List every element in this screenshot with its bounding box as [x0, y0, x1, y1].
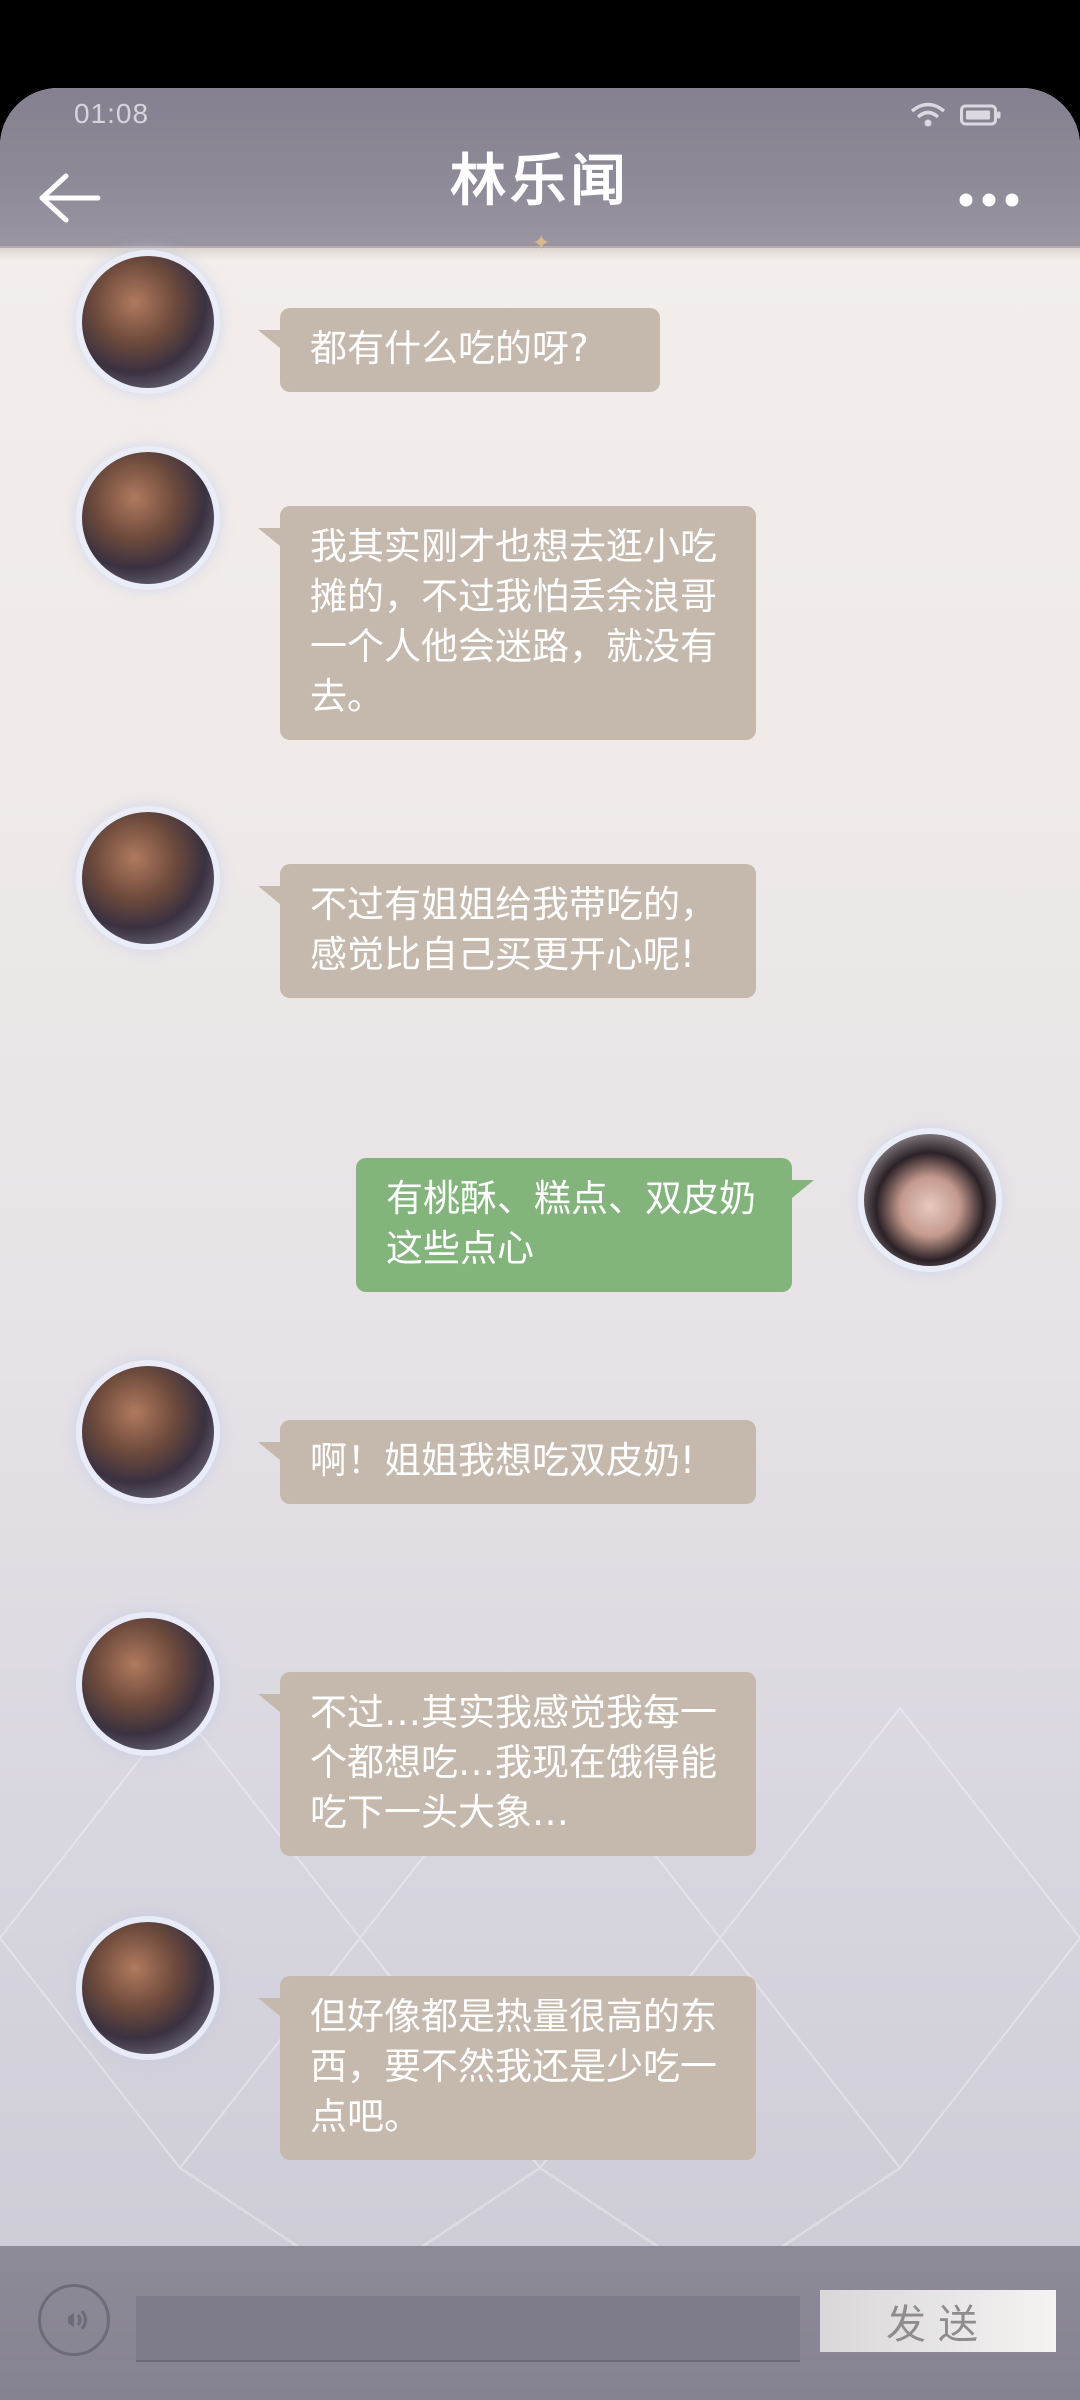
input-bar: 发送 — [0, 2246, 1080, 2400]
chat-window: 01:08 林乐闻 ✦ 都有什么吃的呀? 我其实刚才也想去逛小吃摊的，不过我怕丢… — [0, 88, 1080, 2400]
contact-avatar[interactable] — [82, 1922, 214, 2054]
user-avatar[interactable] — [864, 1134, 996, 1266]
chat-title: 林乐闻 — [450, 148, 630, 214]
voice-button[interactable] — [38, 2284, 110, 2356]
more-dots-icon[interactable] — [958, 192, 1020, 208]
message-input[interactable] — [136, 2296, 800, 2362]
incoming-message: 都有什么吃的呀? — [258, 308, 660, 392]
wifi-icon — [910, 102, 946, 127]
contact-avatar[interactable] — [82, 452, 214, 584]
divider-star-icon: ✦ — [532, 231, 551, 256]
contact-avatar[interactable] — [82, 1618, 214, 1750]
incoming-message: 我其实刚才也想去逛小吃摊的，不过我怕丢余浪哥一个人他会迷路，就没有去。 — [258, 506, 756, 740]
chat-header: 01:08 林乐闻 — [0, 88, 1080, 248]
incoming-message: 啊！姐姐我想吃双皮奶! — [258, 1420, 756, 1504]
status-time: 01:08 — [74, 98, 150, 129]
contact-avatar[interactable] — [82, 812, 214, 944]
incoming-message: 但好像都是热量很高的东西，要不然我还是少吃一点吧。 — [258, 1976, 756, 2160]
battery-icon — [960, 104, 1001, 126]
screen: 01:08 林乐闻 ✦ 都有什么吃的呀? 我其实刚才也想去逛小吃摊的，不过我怕丢… — [0, 0, 1080, 2400]
incoming-message: 不过有姐姐给我带吃的，感觉比自己买更开心呢! — [258, 864, 756, 998]
incoming-message: 不过…其实我感觉我每一个都想吃…我现在饿得能吃下一头大象… — [258, 1672, 756, 1856]
send-button[interactable]: 发送 — [820, 2290, 1056, 2352]
voice-icon — [68, 2310, 87, 2330]
contact-avatar[interactable] — [82, 1366, 214, 1498]
contact-avatar[interactable] — [82, 256, 214, 388]
outgoing-message: 有桃酥、糕点、双皮奶这些点心 — [356, 1158, 814, 1292]
